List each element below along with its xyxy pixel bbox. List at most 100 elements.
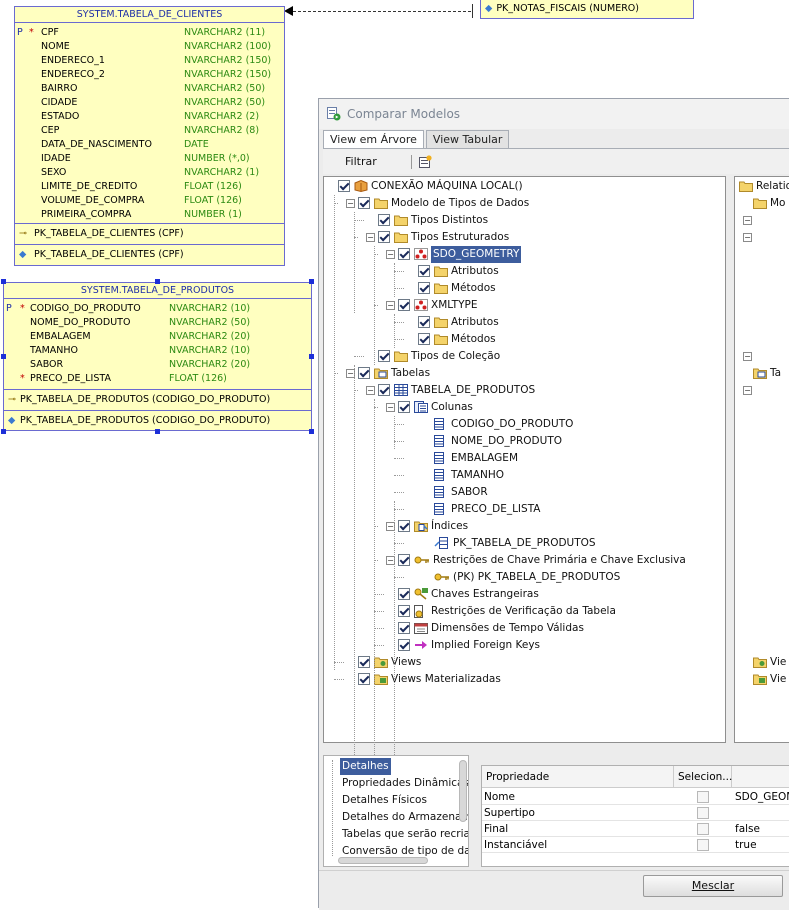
include-checkbox[interactable] [358, 367, 370, 379]
table-column-row[interactable]: CIDADE NVARCHAR2 (50) [15, 96, 284, 110]
left-model-tree[interactable]: CONEXÃO MÁQUINA LOCAL() − Modelo de Tipos … [323, 176, 726, 841]
include-checkbox[interactable] [358, 673, 370, 685]
tree-node[interactable]: − XMLTYPE [324, 297, 724, 314]
tab-tree-view[interactable]: View em Árvore [323, 130, 424, 149]
table-column-row[interactable]: NOME_DO_PRODUTO NVARCHAR2 (50) [4, 316, 311, 330]
dialog-title-bar[interactable]: Comparar Modelos [319, 99, 789, 129]
selection-handle[interactable] [155, 429, 160, 434]
tree-node[interactable]: CODIGO_DO_PRODUTO [324, 416, 724, 433]
tree-node[interactable]: Atributos [324, 263, 724, 280]
details-nav-item[interactable]: Propriedades Dinâmicas [342, 775, 468, 792]
include-checkbox[interactable] [378, 214, 390, 226]
table-column-row[interactable]: * PRECO_DE_LISTA FLOAT (126) [4, 372, 311, 386]
property-row[interactable]: Nome SDO_GEOM [482, 789, 789, 805]
include-checkbox[interactable] [418, 282, 430, 294]
filter-button[interactable]: Filtrar [345, 155, 377, 168]
right-tree-node[interactable]: Vie [735, 654, 789, 671]
selection-handle[interactable] [1, 429, 6, 434]
include-checkbox[interactable] [398, 622, 410, 634]
include-checkbox[interactable] [398, 639, 410, 651]
tree-node[interactable]: PK_TABELA_DE_PRODUTOS [324, 535, 724, 552]
tree-node[interactable]: (PK) PK_TABELA_DE_PRODUTOS [324, 569, 724, 586]
column-header-value[interactable] [732, 766, 789, 788]
tree-node[interactable]: Implied Foreign Keys [324, 637, 724, 654]
table-column-row[interactable]: NOME NVARCHAR2 (100) [15, 40, 284, 54]
include-checkbox[interactable] [418, 316, 430, 328]
right-tree-node[interactable]: Ta [735, 365, 789, 382]
details-nav-item[interactable]: Detalhes [340, 758, 391, 775]
vertical-scrollbar[interactable] [459, 760, 467, 822]
right-tree-node[interactable]: Mo [735, 195, 789, 212]
tree-node[interactable]: − Modelo de Tipos de Dados [324, 195, 724, 212]
collapse-toggle[interactable]: − [346, 199, 355, 208]
tree-node[interactable]: − TABELA_DE_PRODUTOS [324, 382, 724, 399]
column-header-property[interactable]: Propriedade [482, 766, 674, 788]
tree-node[interactable]: Tipos de Coleção [324, 348, 724, 365]
table-column-row[interactable]: P * CODIGO_DO_PRODUTO NVARCHAR2 (10) [4, 302, 311, 316]
index-row[interactable]: ◆ PK_TABELA_DE_CLIENTES (CPF) [15, 245, 284, 265]
column-header-selected[interactable]: Selecion... [674, 766, 732, 788]
table-column-row[interactable]: PRIMEIRA_COMPRA NUMBER (1) [15, 208, 284, 222]
right-tree-node[interactable]: Relatio [735, 178, 789, 195]
include-checkbox[interactable] [398, 401, 410, 413]
selected-checkbox[interactable] [697, 823, 709, 835]
collapse-toggle[interactable]: − [743, 352, 752, 361]
details-nav-item[interactable]: Detalhes do Armazenam [342, 809, 468, 826]
tree-node[interactable]: PRECO_DE_LISTA [324, 501, 724, 518]
collapse-toggle[interactable]: − [386, 301, 395, 310]
tree-node[interactable]: Dimensões de Tempo Válidas [324, 620, 724, 637]
selection-handle[interactable] [309, 279, 314, 284]
include-checkbox[interactable] [378, 384, 390, 396]
include-checkbox[interactable] [418, 333, 430, 345]
tree-node[interactable]: − Índices [324, 518, 724, 535]
selection-handle[interactable] [309, 354, 314, 359]
table-column-row[interactable]: ENDERECO_1 NVARCHAR2 (150) [15, 54, 284, 68]
selection-handle[interactable] [1, 354, 6, 359]
include-checkbox[interactable] [418, 265, 430, 277]
selected-checkbox[interactable] [697, 807, 709, 819]
collapse-toggle[interactable]: − [366, 386, 375, 395]
property-row[interactable]: Final false [482, 821, 789, 837]
tree-node[interactable]: Chaves Estrangeiras [324, 586, 724, 603]
selection-handle[interactable] [155, 279, 160, 284]
selection-handle[interactable] [1, 279, 6, 284]
include-checkbox[interactable] [398, 588, 410, 600]
table-clientes[interactable]: SYSTEM.TABELA_DE_CLIENTES P * CPF NVARCHAR2… [14, 6, 285, 266]
tree-node[interactable]: Tipos Distintos [324, 212, 724, 229]
relationship-line[interactable] [293, 11, 471, 12]
notas-fiscais-table-fragment[interactable]: ◆ PK_NOTAS_FISCAIS (NUMERO) [480, 0, 694, 19]
details-nav-item[interactable]: Tabelas que serão recria [342, 826, 468, 843]
table-column-row[interactable]: BAIRRO NVARCHAR2 (50) [15, 82, 284, 96]
include-checkbox[interactable] [358, 656, 370, 668]
table-column-row[interactable]: IDADE NUMBER (*,0) [15, 152, 284, 166]
primary-key-row[interactable]: ⊸ PK_TABELA_DE_CLIENTES (CPF) [15, 224, 284, 244]
include-checkbox[interactable] [398, 554, 410, 566]
table-column-row[interactable]: TAMANHO NVARCHAR2 (10) [4, 344, 311, 358]
collapse-toggle[interactable]: − [366, 233, 375, 242]
collapse-toggle[interactable]: − [743, 386, 752, 395]
details-navigator[interactable]: Detalhes Propriedades Dinâmicas Detalhes F… [323, 755, 469, 867]
tab-tabular-view[interactable]: View Tabular [425, 130, 510, 148]
include-checkbox[interactable] [378, 231, 390, 243]
tree-node[interactable]: − Tabelas [324, 365, 724, 382]
include-checkbox[interactable] [398, 605, 410, 617]
include-checkbox[interactable] [378, 350, 390, 362]
properties-table[interactable]: Propriedade Selecion... Nome SDO_GEOM Supe… [481, 765, 789, 867]
selected-checkbox[interactable] [697, 791, 709, 803]
table-column-row[interactable]: ENDERECO_2 NVARCHAR2 (150) [15, 68, 284, 82]
tree-node[interactable]: Métodos [324, 331, 724, 348]
table-column-row[interactable]: LIMITE_DE_CREDITO FLOAT (126) [15, 180, 284, 194]
table-column-row[interactable]: ESTADO NVARCHAR2 (2) [15, 110, 284, 124]
collapse-toggle[interactable]: − [743, 216, 752, 225]
selected-checkbox[interactable] [697, 839, 709, 851]
selection-handle[interactable] [309, 429, 314, 434]
tree-node[interactable]: EMBALAGEM [324, 450, 724, 467]
tree-node[interactable]: Atributos [324, 314, 724, 331]
property-row[interactable]: Instanciável true [482, 837, 789, 853]
table-column-row[interactable]: P * CPF NVARCHAR2 (11) [15, 26, 284, 40]
collapse-toggle[interactable]: − [386, 403, 395, 412]
tree-node[interactable]: − SDO_GEOMETRY [324, 246, 724, 263]
tree-node[interactable]: − Restrições de Chave Primária e Chave Ex… [324, 552, 724, 569]
tree-node[interactable]: − Colunas [324, 399, 724, 416]
property-row[interactable]: Supertipo [482, 805, 789, 821]
